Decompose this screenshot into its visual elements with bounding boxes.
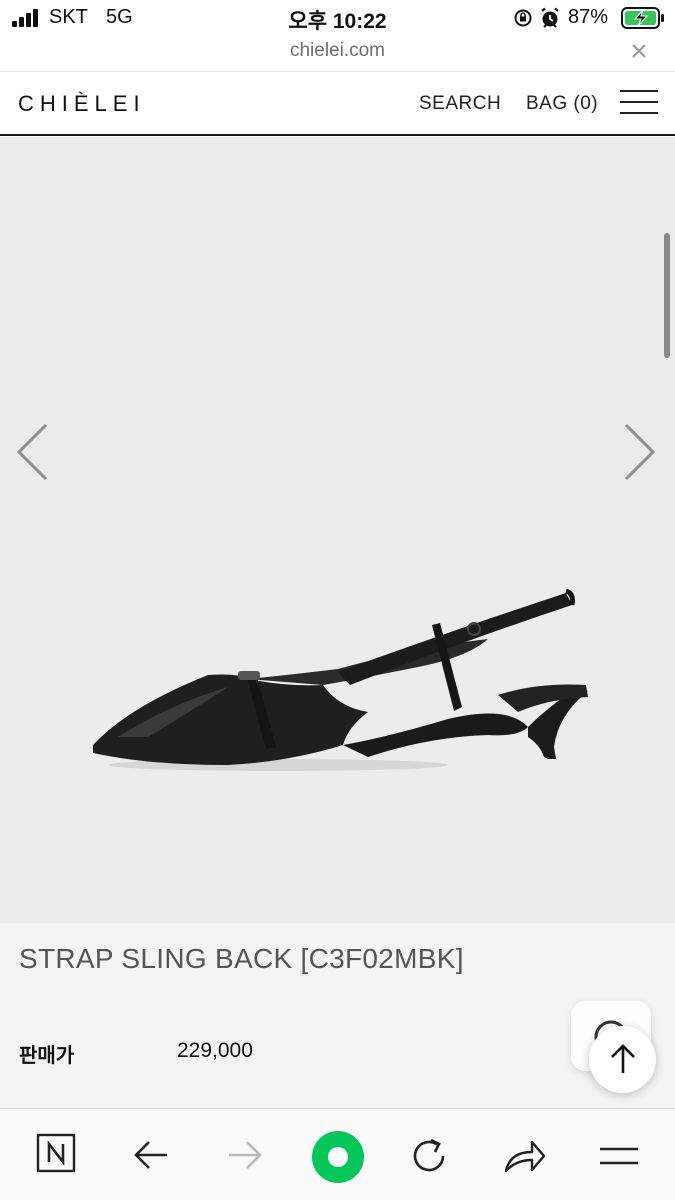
browser-toolbar [0, 1108, 675, 1200]
price-value: 229,000 [177, 1039, 253, 1062]
price-label: 판매가 [19, 1045, 75, 1067]
arrow-up-icon [611, 1044, 635, 1073]
refresh-icon[interactable] [410, 1136, 450, 1176]
product-title: STRAP SLING BACK [C3F02MBK] [19, 943, 464, 974]
back-arrow-icon[interactable] [131, 1139, 171, 1171]
product-photo-shoe [93, 588, 588, 771]
product-info-panel: STRAP SLING BACK [C3F02MBK] 판매가 229,000 [0, 923, 675, 1108]
bag-link[interactable]: BAG (0) [526, 93, 598, 115]
battery-charging-icon [621, 7, 664, 29]
browser-menu-icon[interactable] [598, 1143, 640, 1169]
close-icon[interactable] [626, 38, 652, 64]
scroll-to-top-button[interactable] [589, 1026, 656, 1093]
rotation-lock-icon [514, 9, 532, 27]
chevron-right-icon[interactable] [622, 421, 658, 483]
site-logo[interactable]: CHIÈLEI [18, 91, 146, 117]
alarm-icon [541, 7, 559, 28]
battery-percent: 87% [568, 6, 609, 28]
search-link[interactable]: SEARCH [419, 93, 501, 115]
url-text[interactable]: chielei.com [0, 40, 675, 62]
page-scrollbar[interactable] [664, 233, 670, 358]
share-icon[interactable] [502, 1136, 546, 1176]
naver-green-dot-icon[interactable] [310, 1129, 366, 1185]
status-bar: SKT 5G 오후 10:22 87% [0, 0, 675, 38]
naver-home-icon[interactable] [36, 1133, 76, 1173]
chevron-left-icon[interactable] [14, 421, 50, 483]
product-image-carousel[interactable] [0, 137, 675, 923]
hamburger-menu-icon[interactable] [620, 90, 658, 116]
browser-url-bar[interactable]: chielei.com [0, 38, 675, 70]
site-header: CHIÈLEI SEARCH BAG (0) [0, 71, 675, 136]
forward-arrow-icon [229, 1141, 262, 1169]
